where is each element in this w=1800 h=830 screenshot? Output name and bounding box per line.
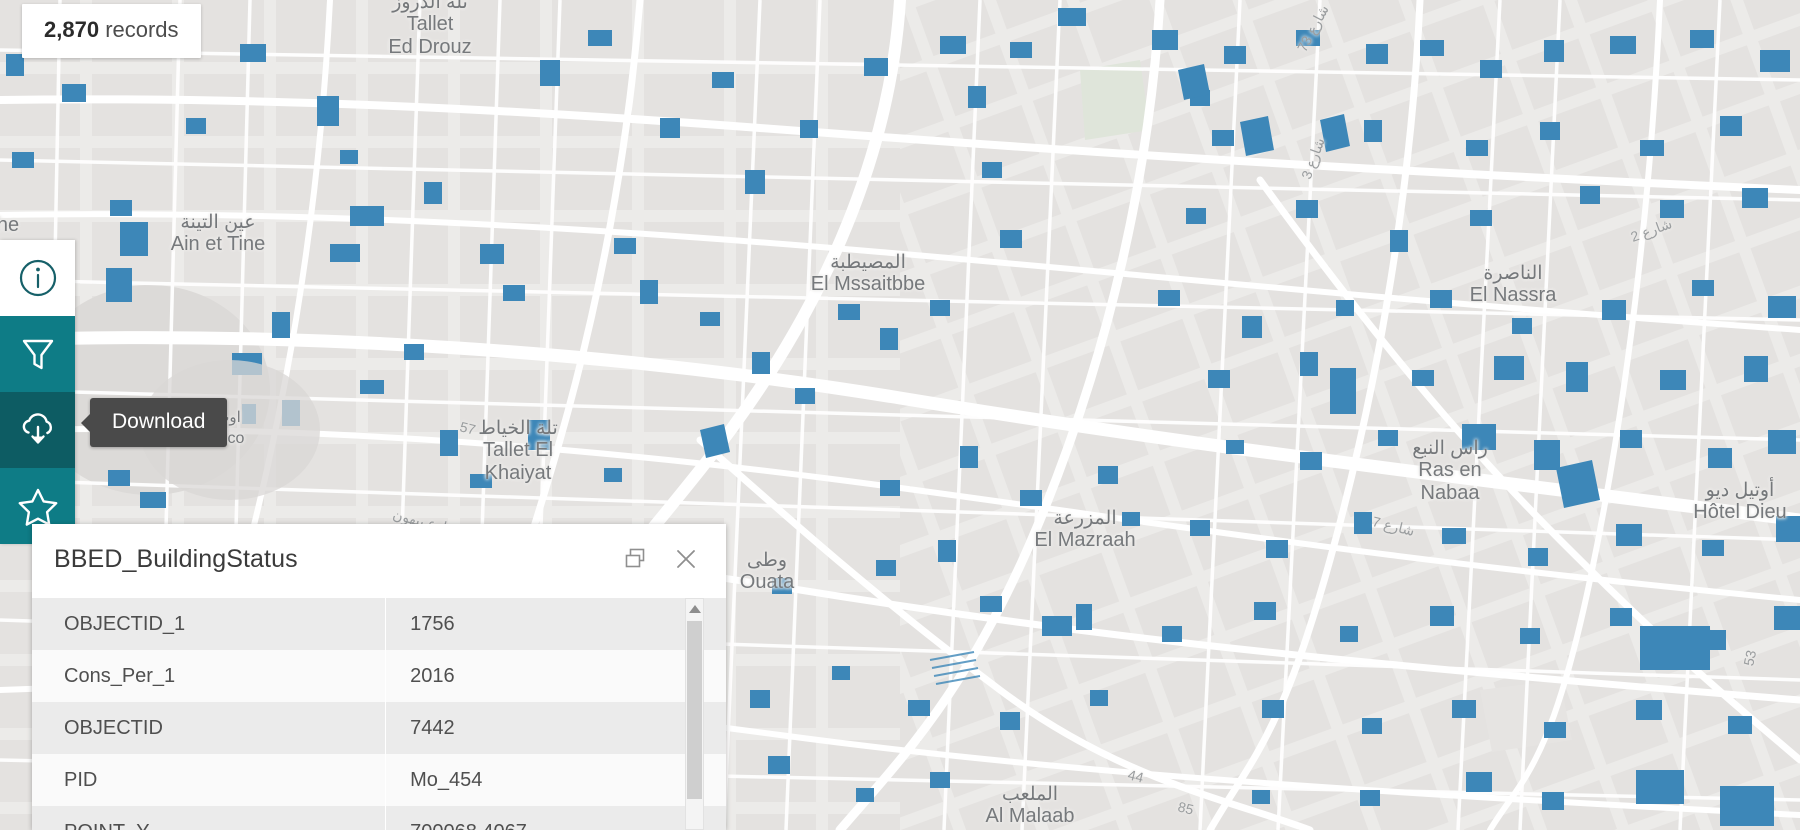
attribute-field-value: 1756 <box>410 612 455 635</box>
attribute-field-value: 700068.4067 <box>386 806 726 830</box>
table-row: OBJECTID 7442 <box>32 702 726 754</box>
attribute-field-value: 2016 <box>410 664 455 687</box>
scroll-up-button[interactable] <box>686 599 703 619</box>
left-toolbar <box>0 240 75 544</box>
duplicate-windows-icon[interactable] <box>618 542 654 576</box>
attribute-field-name: Cons_Per_1 <box>32 650 387 702</box>
toolbar-item-filter[interactable] <box>0 316 75 392</box>
table-row: OBJECTID_1 1756 <box>32 598 726 650</box>
attribute-field-name: POINT_Y <box>32 806 387 830</box>
attribute-field-name: OBJECTID <box>32 702 387 754</box>
attribute-field-name: OBJECTID_1 <box>32 598 387 650</box>
popup-scrollbar[interactable] <box>685 598 704 830</box>
triangle-up-icon <box>688 605 701 613</box>
map-application: تلة الدروز Tallet Ed Drouz عين التينة Ain et… <box>0 0 1800 830</box>
attribute-table: OBJECTID_1 1756 Cons_Per_1 2016 OBJECTID 7442… <box>32 598 726 830</box>
records-label: records <box>105 17 179 42</box>
funnel-icon <box>16 332 60 376</box>
popup-header: BBED_BuildingStatus <box>32 524 726 586</box>
records-count-badge: 2,870 records <box>22 4 201 58</box>
popup-title: BBED_BuildingStatus <box>54 544 298 573</box>
table-row: PID Mo_454 <box>32 754 726 806</box>
star-icon <box>15 483 61 529</box>
table-row: POINT_Y700068.4067 <box>32 806 726 830</box>
records-count: 2,870 <box>44 17 100 42</box>
attribute-field-value: Mo_454 <box>410 768 483 791</box>
download-tooltip: Download <box>80 398 228 447</box>
info-circle-icon <box>16 256 60 300</box>
feature-popup-panel: BBED_BuildingStatus OBJECTID_1 1756 Cons_P… <box>32 524 726 830</box>
attribute-field-name: PID <box>32 754 387 806</box>
attribute-field-value: 7442 <box>410 716 455 739</box>
scrollbar-thumb[interactable] <box>687 621 702 799</box>
toolbar-item-download[interactable] <box>0 392 75 468</box>
popup-body: OBJECTID_1 1756 Cons_Per_1 2016 OBJECTID 7442… <box>32 598 726 830</box>
cloud-download-icon <box>15 407 61 453</box>
toolbar-item-info[interactable] <box>0 240 75 316</box>
table-row: Cons_Per_1 2016 <box>32 650 726 702</box>
close-icon[interactable] <box>668 542 704 576</box>
